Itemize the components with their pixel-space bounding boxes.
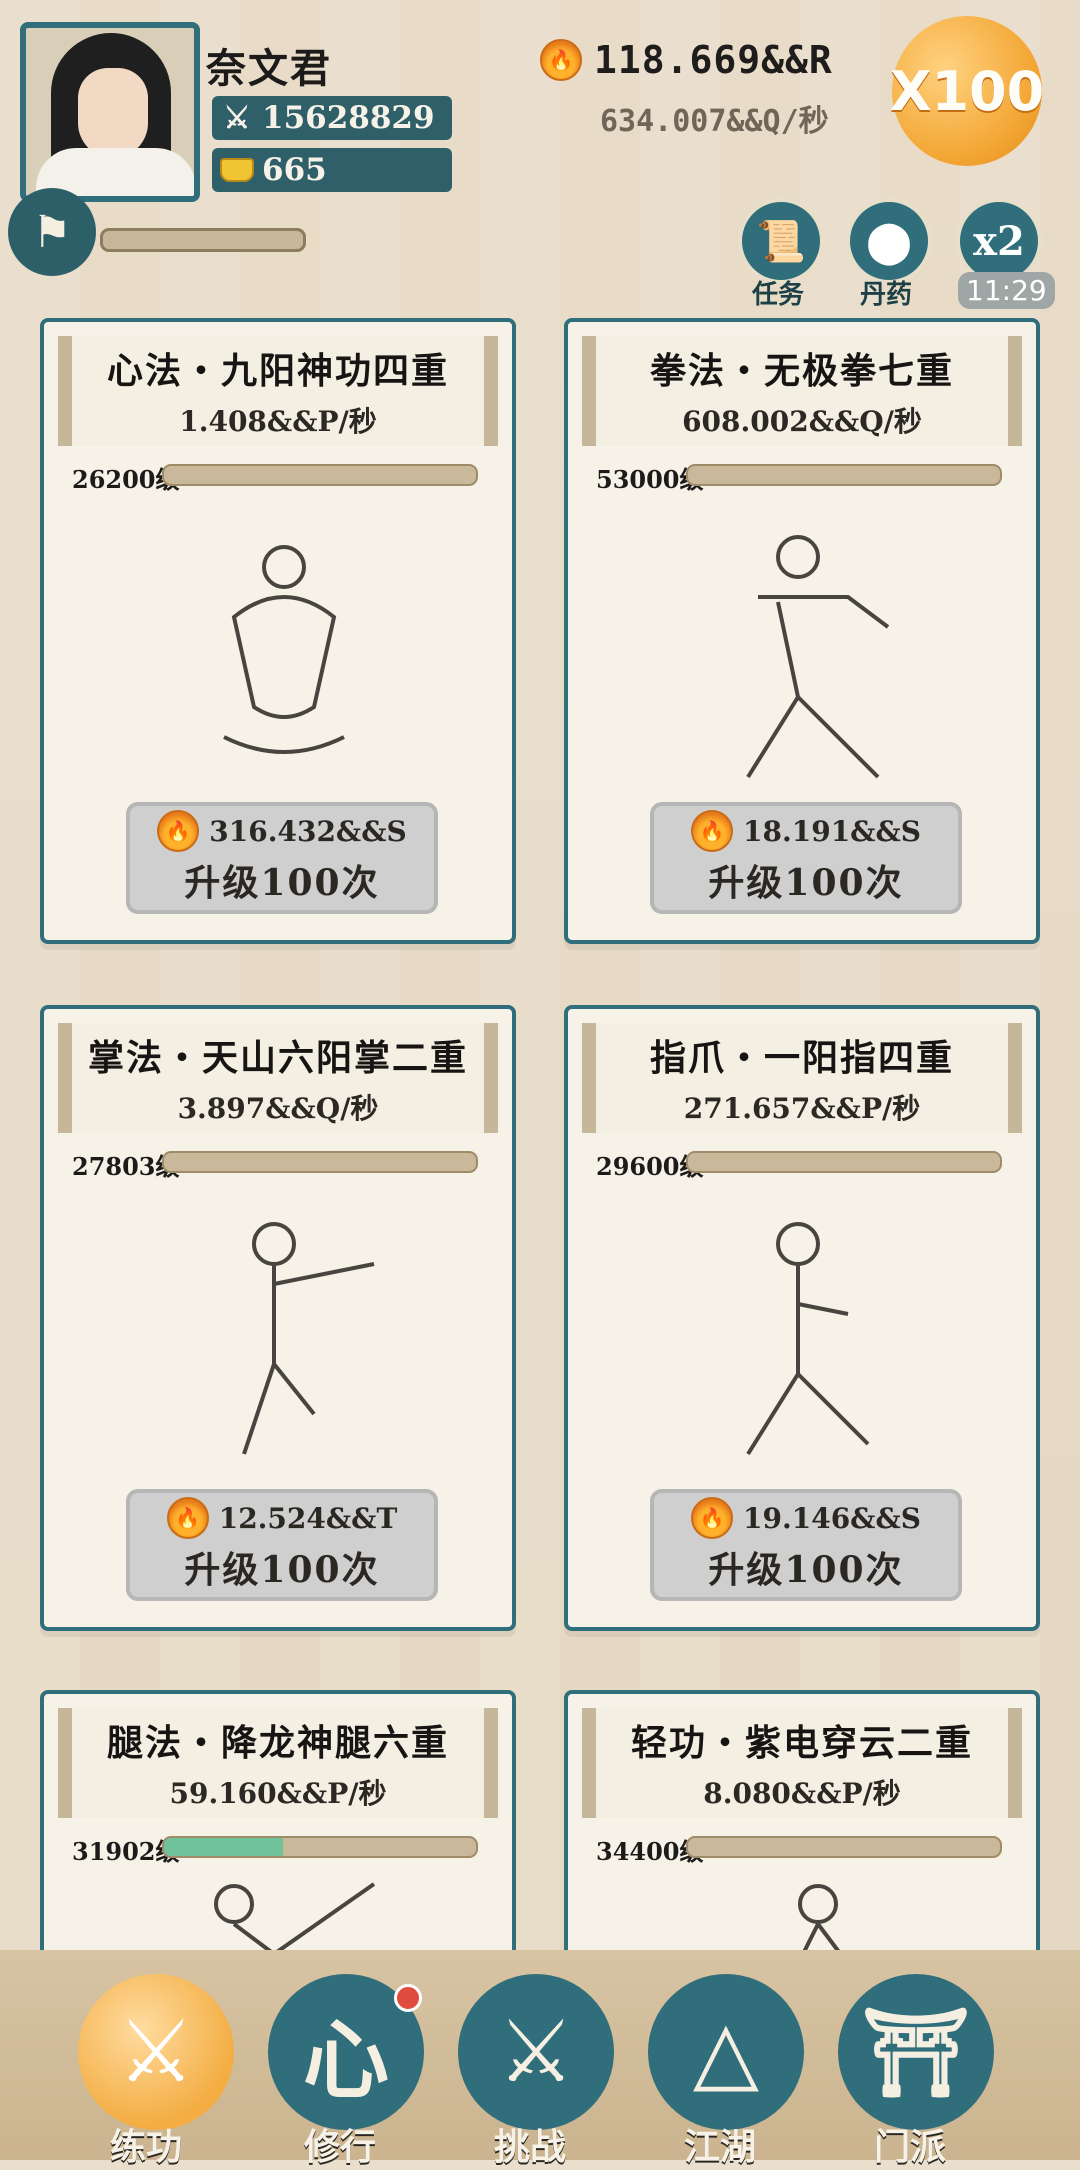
skill-rate: 1.408&&P/秒	[179, 405, 377, 438]
swords-icon: ⚔	[497, 2002, 575, 2102]
martial-artist-illustration	[658, 492, 958, 822]
nav-label-challenge: 挑战	[494, 2127, 567, 2168]
upgrade-label: 升级100次	[708, 1549, 904, 1591]
skill-title: 拳法・无极拳七重	[649, 350, 954, 392]
notification-dot	[394, 1984, 422, 2012]
power-stat: ⚔ 15628829	[212, 96, 452, 140]
skill-card: 心法・九阳神功四重 1.408&&P/秒 26200级 🔥 316.432&&S …	[40, 318, 516, 944]
upgrade-label: 升级100次	[184, 862, 380, 904]
upgrade-label: 升级100次	[184, 1549, 380, 1591]
gold-value: 665	[262, 152, 327, 188]
skill-rate: 608.002&&Q/秒	[682, 405, 922, 438]
skill-level-bar	[686, 1151, 1002, 1173]
skill-title: 指爪・一阳指四重	[649, 1037, 954, 1079]
pill-label: 丹药	[860, 280, 913, 310]
flame-coin-icon: 🔥	[691, 1497, 734, 1539]
nav-sect[interactable]: ⛩	[838, 1974, 994, 2130]
nav-challenge[interactable]: ⚔	[458, 1974, 614, 2130]
nav-label-sect: 门派	[874, 2127, 947, 2168]
boost-timer: 11:29	[958, 272, 1055, 309]
upgrade-cost: 19.146&&S	[743, 1501, 921, 1535]
multiplier-button[interactable]: X100	[890, 16, 1044, 166]
martial-artist-illustration	[658, 1179, 958, 1509]
skill-card-header: 拳法・无极拳七重 608.002&&Q/秒	[582, 336, 1022, 446]
top-header: 奈文君 ⚔ 15628829 665 ⚑ 🔥 118.669&&R 634.00…	[0, 0, 1080, 310]
skill-title: 腿法・降龙神腿六重	[106, 1722, 449, 1764]
upgrade-button[interactable]: 🔥 12.524&&T 升级100次	[126, 1489, 438, 1601]
upgrade-cost: 18.191&&S	[743, 814, 921, 848]
skill-level-bar	[162, 1151, 478, 1173]
upgrade-button[interactable]: 🔥 18.191&&S 升级100次	[650, 802, 962, 914]
flame-coin-icon: 🔥	[166, 1497, 209, 1539]
martial-artist-illustration	[134, 492, 434, 822]
skill-card: 掌法・天山六阳掌二重 3.897&&Q/秒 27803级 🔥 12.524&&T …	[40, 1005, 516, 1631]
heart-icon: 心	[303, 2010, 389, 2111]
skill-card: 指爪・一阳指四重 271.657&&P/秒 29600级 🔥 19.146&&S …	[564, 1005, 1040, 1631]
upgrade-label: 升级100次	[708, 862, 904, 904]
coin-amount: 118.669&&R	[594, 38, 833, 82]
nav-kungfu[interactable]: ⚔	[78, 1974, 234, 2130]
nav-label-jianghu: 江湖	[684, 2127, 757, 2168]
player-avatar[interactable]	[20, 22, 200, 202]
gold-ingot-icon	[212, 148, 262, 192]
flag-icon[interactable]: ⚑	[8, 188, 96, 276]
flame-coin-icon: 🔥	[540, 39, 582, 81]
skill-level-bar	[162, 464, 478, 486]
skill-card-header: 心法・九阳神功四重 1.408&&P/秒	[58, 336, 498, 446]
skill-card: 拳法・无极拳七重 608.002&&Q/秒 53000级 🔥 18.191&&S …	[564, 318, 1040, 944]
upgrade-cost: 12.524&&T	[218, 1501, 398, 1535]
coin-total: 🔥 118.669&&R	[540, 38, 833, 82]
nav-label-cultivation: 修行	[304, 2127, 377, 2168]
nav-label-kungfu: 练功	[110, 2127, 183, 2168]
flame-coin-icon: 🔥	[157, 810, 200, 852]
coin-rate: 634.007&&Q/秒	[600, 104, 829, 139]
skill-title: 轻功・紫电穿云二重	[630, 1722, 973, 1764]
bottom-nav: ⚔ 练功 心 修行 ⚔ 挑战 △ 江湖 ⛩ 门派	[0, 1950, 1080, 2168]
pill-icon: ⬤	[866, 217, 912, 265]
x2-icon: x2	[973, 217, 1025, 265]
task-button[interactable]: 📜	[738, 198, 824, 284]
gate-icon: ⛩	[861, 2002, 971, 2103]
skill-rate: 3.897&&Q/秒	[177, 1092, 379, 1125]
player-name: 奈文君	[206, 45, 332, 92]
skill-rate: 271.657&&P/秒	[683, 1092, 921, 1125]
skill-title: 掌法・天山六阳掌二重	[87, 1037, 468, 1079]
martial-artist-illustration	[134, 1179, 434, 1509]
upgrade-cost: 316.432&&S	[209, 814, 407, 848]
skill-card-header: 指爪・一阳指四重 271.657&&P/秒	[582, 1023, 1022, 1133]
upgrade-button[interactable]: 🔥 316.432&&S 升级100次	[126, 802, 438, 914]
gold-stat: 665	[212, 148, 452, 192]
upgrade-button[interactable]: 🔥 19.146&&S 升级100次	[650, 1489, 962, 1601]
skill-card-header: 掌法・天山六阳掌二重 3.897&&Q/秒	[58, 1023, 498, 1133]
scroll-icon: 📜	[756, 217, 806, 265]
mountain-icon: △	[692, 2002, 760, 2102]
task-label: 任务	[752, 280, 805, 310]
experience-bar	[100, 228, 306, 252]
skill-level-bar	[686, 464, 1002, 486]
skill-title: 心法・九阳神功四重	[106, 350, 449, 392]
flame-coin-icon: 🔥	[691, 810, 734, 852]
pill-button[interactable]: ⬤	[846, 198, 932, 284]
kungfu-icon: ⚔	[117, 2002, 195, 2102]
nav-jianghu[interactable]: △	[648, 1974, 804, 2130]
power-value: 15628829	[262, 100, 435, 136]
crossed-swords-icon: ⚔	[223, 100, 251, 136]
